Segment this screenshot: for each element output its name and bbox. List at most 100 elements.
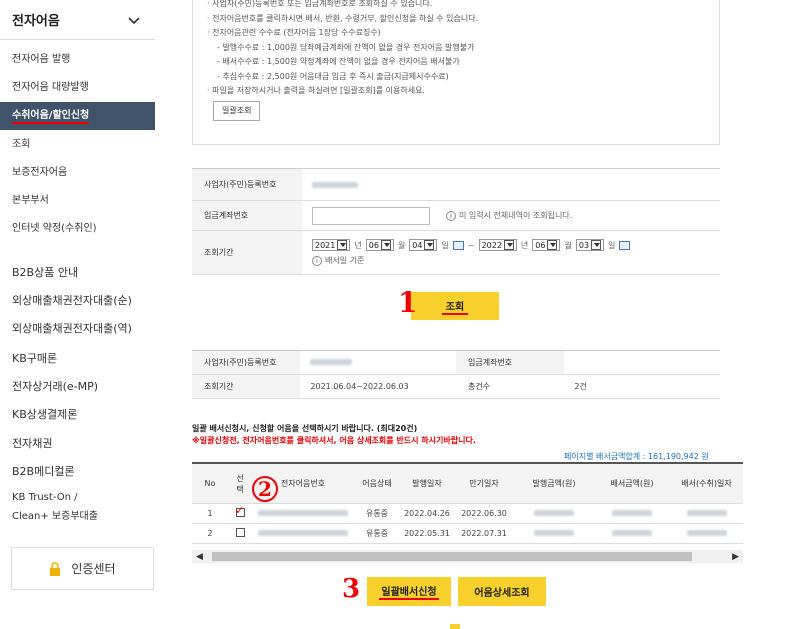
fee-line: - 발행수수료 : 1,000원 당좌예금계좌에 잔액이 없을 경우 전자어음 … bbox=[217, 42, 475, 52]
sidebar-item-received-notes[interactable]: 수취어음/할인신청 bbox=[0, 102, 155, 130]
result-summary: 사업자(주민)등록번호 입금계좌번호 조회기간 2021.06.04~2022.… bbox=[192, 350, 720, 399]
row-checkbox[interactable]: ✓ bbox=[228, 504, 252, 519]
sidebar-item-inquiry[interactable]: 조회 bbox=[0, 131, 155, 159]
sidebar-item-internet-agreement[interactable]: 인터넷 약정(수취인) bbox=[0, 215, 155, 243]
sidebar-item-hq-dept[interactable]: 본부부서 bbox=[0, 187, 155, 215]
bizno-value-masked bbox=[312, 181, 358, 188]
fee-line: - 배서수수료 : 1,500원 약정계좌에 잔액이 없을 경우 전자어음 배서… bbox=[217, 57, 460, 66]
col-endorse-amount: 배서금액(원) bbox=[610, 479, 654, 488]
sidebar-menu-emp[interactable]: 전자상거래(e-MP) bbox=[12, 378, 98, 394]
summary-period-value: 2021.06.04~2022.06.03 bbox=[310, 382, 409, 391]
horizontal-scrollbar[interactable]: ◀ ▶ bbox=[192, 550, 743, 563]
sidebar-title: 전자어음 bbox=[12, 14, 60, 29]
row-status: 유통중 bbox=[365, 529, 389, 538]
row-endorse-amount bbox=[594, 509, 670, 518]
detail-warning: ※일괄신청전, 전자어음번호를 클릭하셔서, 어음 상세조회를 반드시 하시기바… bbox=[192, 436, 476, 445]
calendar-icon[interactable] bbox=[619, 240, 631, 250]
summary-period-label: 조회기간 bbox=[192, 375, 301, 398]
sidebar-item-guarantee[interactable]: 보증전자어음 bbox=[0, 159, 155, 187]
chevron-down-icon bbox=[128, 16, 140, 24]
sidebar-menu-trust-on[interactable]: KB Trust-On / bbox=[12, 492, 77, 503]
row-due-date: 2022.06.30 bbox=[461, 509, 507, 518]
notice-line: · 파일을 저장하시거나 출력을 하실려면 [일괄조회]를 이용하세요. bbox=[207, 86, 425, 95]
col-select: 선택 bbox=[236, 473, 244, 494]
row-endorse-amount bbox=[594, 529, 670, 538]
notice-box: · 사업자(주민)등록번호 또는 입금계좌번호로 조회하실 수 있습니다. · … bbox=[192, 0, 720, 145]
scroll-right-icon[interactable]: ▶ bbox=[732, 552, 739, 562]
search-button[interactable]: 조회 bbox=[411, 292, 499, 320]
annotation-3: 3 bbox=[342, 574, 361, 604]
sidebar-menu-kb-purchase-loan[interactable]: KB구매론 bbox=[12, 350, 57, 366]
search-form: 사업자(주민)등록번호 입금계좌번호 i미 입력시 전체내역이 조회됩니다. 조… bbox=[192, 168, 720, 275]
col-due-date: 만기일자 bbox=[469, 479, 499, 488]
sidebar-item-label: 수취어음/할인신청 bbox=[12, 110, 90, 124]
sidebar-menu-e-bond[interactable]: 전자채권 bbox=[12, 435, 52, 451]
main-content: · 사업자(주민)등록번호 또는 입금계좌번호로 조회하실 수 있습니다. · … bbox=[192, 0, 752, 629]
notice-line: · 전자어음번호를 클릭하시면 배서, 반환, 수령거부, 할인신청을 하실 수… bbox=[207, 13, 479, 23]
period-label: 조회기간 bbox=[192, 231, 302, 274]
sidebar-menu-b2b-medical[interactable]: B2B메디컬론 bbox=[12, 463, 75, 479]
select-instruction: 일괄 배서신청시, 신청할 어음을 선택하시기 바랍니다. (최대20건) bbox=[192, 424, 418, 433]
note-detail-button[interactable]: 어음상세조회 bbox=[458, 577, 546, 606]
from-month-select[interactable]: 06 bbox=[365, 239, 394, 251]
table-row: 1 ✓ 유통중 2022.04.26 2022.06.30 bbox=[192, 504, 743, 524]
sidebar-item-bulk-issue[interactable]: 전자어음 대량발행 bbox=[0, 74, 155, 102]
cert-center-button[interactable]: 인증센터 bbox=[11, 547, 154, 590]
account-label: 입금계좌번호 bbox=[192, 201, 302, 230]
account-hint: i미 입력시 전체내역이 조회됩니다. bbox=[446, 210, 572, 221]
row-checkbox[interactable] bbox=[228, 528, 252, 539]
scroll-left-icon[interactable]: ◀ bbox=[196, 552, 203, 562]
scroll-thumb[interactable] bbox=[212, 552, 692, 561]
to-day-select[interactable]: 03 bbox=[575, 239, 605, 251]
bizno-label: 사업자(주민)등록번호 bbox=[192, 169, 302, 200]
note-number-link[interactable] bbox=[252, 509, 354, 518]
scroll-top-icon[interactable] bbox=[450, 624, 460, 629]
sidebar-item-issue[interactable]: 전자어음 발행 bbox=[0, 46, 155, 74]
from-year-select[interactable]: 2021 bbox=[312, 239, 351, 251]
table-row: 2 유통중 2022.05.31 2022.07.31 bbox=[192, 524, 743, 544]
row-issue-amount bbox=[514, 529, 594, 538]
notes-table: No 선택 전자어음번호 어음상태 발행일자 만기일자 발행금액(원) 배서금액… bbox=[192, 462, 743, 544]
calendar-icon[interactable] bbox=[452, 240, 464, 250]
summary-count-label: 총건수 bbox=[456, 375, 565, 398]
row-no: 2 bbox=[207, 529, 213, 538]
sidebar-menu-kb-winwin[interactable]: KB상생결제론 bbox=[12, 406, 77, 422]
row-issue-amount bbox=[514, 509, 594, 518]
summary-bizno-label: 사업자(주민)등록번호 bbox=[192, 351, 301, 374]
col-issue-date: 발행일자 bbox=[412, 479, 442, 488]
info-icon: i bbox=[446, 211, 456, 221]
sidebar-menu-ar-loan-reverse[interactable]: 외상매출채권전자대출(역) bbox=[12, 320, 132, 336]
period-hint: i 배서일 기준 bbox=[312, 255, 364, 266]
notice-line: · 사업자(주민)등록번호 또는 입금계좌번호로 조회하실 수 있습니다. bbox=[207, 0, 433, 8]
sidebar-menu-clean-plus[interactable]: Clean+ 보증부대출 bbox=[12, 507, 98, 522]
batch-view-button[interactable]: 일괄조회 bbox=[213, 100, 261, 121]
cert-center-label: 인증센터 bbox=[71, 562, 116, 576]
account-input[interactable] bbox=[312, 206, 430, 225]
lock-icon bbox=[50, 561, 61, 576]
info-icon: i bbox=[312, 256, 322, 266]
col-status: 어음상태 bbox=[362, 479, 392, 488]
from-day-select[interactable]: 04 bbox=[409, 239, 438, 251]
sidebar-menu-ar-loan-forward[interactable]: 외상매출채권전자대출(순) bbox=[12, 292, 132, 308]
to-month-select[interactable]: 06 bbox=[532, 239, 561, 251]
fee-line: - 추심수수료 : 2,500원 어음대금 입금 후 즉시 출금(지급제시수수료… bbox=[217, 71, 449, 81]
row-issue-date: 2022.04.26 bbox=[404, 509, 450, 518]
summary-account-label: 입금계좌번호 bbox=[456, 351, 565, 374]
sidebar-header[interactable]: 전자어음 bbox=[0, 0, 155, 40]
row-no: 1 bbox=[207, 509, 213, 518]
batch-endorse-button[interactable]: 일괄배서신청 bbox=[367, 577, 451, 606]
annotation-2: 2 bbox=[252, 476, 278, 502]
endorse-total: 페이지별 배서금액합계 : 161,190,942 원 bbox=[564, 452, 709, 461]
summary-bizno-masked bbox=[310, 359, 353, 365]
row-issue-date: 2022.05.31 bbox=[404, 529, 450, 538]
row-due-date: 2022.07.31 bbox=[461, 529, 507, 538]
to-year-select[interactable]: 2022 bbox=[478, 239, 517, 251]
col-no: No bbox=[204, 479, 216, 488]
row-status: 유통중 bbox=[365, 509, 389, 518]
sidebar-menu-b2b[interactable]: B2B상품 안내 bbox=[12, 264, 78, 280]
row-endorse-date bbox=[670, 529, 743, 538]
col-endorse-date: 배서(수취)일자 bbox=[681, 479, 732, 488]
col-issue-amount: 발행금액(원) bbox=[532, 479, 576, 488]
sidebar: 전자어음 전자어음 발행 전자어음 대량발행 수취어음/할인신청 조회 보증전자… bbox=[0, 0, 155, 629]
note-number-link[interactable] bbox=[252, 529, 354, 538]
